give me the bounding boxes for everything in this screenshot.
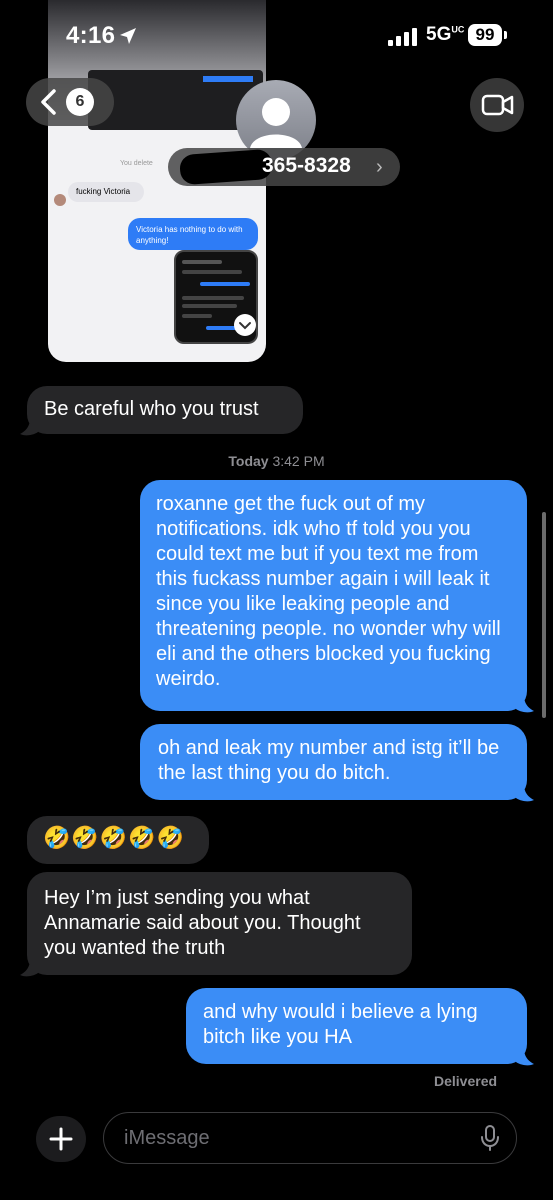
bubble-tail (20, 959, 38, 977)
battery-indicator: 99 (468, 24, 502, 46)
timestamp: Today 3:42 PM (228, 453, 325, 469)
attachment-blue-bubble: Victoria has nothing to do with anything… (128, 218, 258, 250)
video-camera-icon (481, 94, 514, 116)
contact-number: 365-8328 (262, 154, 351, 177)
redaction-scribble (179, 148, 273, 186)
received-message[interactable]: Be careful who you trust (27, 386, 303, 434)
facetime-video-button[interactable] (470, 78, 524, 132)
bubble-tail (516, 695, 534, 713)
microphone-icon[interactable] (480, 1124, 500, 1152)
received-message[interactable]: Hey I’m just sending you what Annamarie … (27, 872, 412, 975)
scroll-indicator[interactable] (542, 512, 546, 718)
delivered-status: Delivered (434, 1073, 498, 1089)
contact-name-button[interactable]: 365-8328 › (168, 148, 400, 186)
battery-tip (504, 31, 507, 39)
plus-icon (49, 1127, 73, 1151)
received-emoji-message[interactable]: 🤣🤣🤣🤣🤣 (27, 816, 209, 864)
sent-message[interactable]: roxanne get the fuck out of my notificat… (140, 480, 527, 711)
bubble-tail (516, 1048, 534, 1066)
attachment-avatar (54, 194, 66, 206)
imessage-input[interactable] (103, 1112, 517, 1164)
attachment-deleted-note: You delete (120, 160, 153, 167)
bubble-tail (516, 784, 534, 802)
chevron-right-icon: › (376, 156, 383, 178)
unread-count-badge: 6 (66, 88, 94, 116)
attachment-gray-bubble: fucking Victoria (68, 182, 144, 202)
sent-message[interactable]: and why would i believe a lying bitch li… (186, 988, 527, 1064)
back-button[interactable]: 6 (26, 78, 114, 126)
add-attachment-button[interactable] (36, 1116, 86, 1162)
sent-message[interactable]: oh and leak my number and istg it’ll be … (140, 724, 527, 800)
scroll-down-icon[interactable] (234, 314, 256, 336)
chevron-left-icon (38, 88, 60, 116)
attachment-blue-bar (203, 76, 253, 82)
bubble-tail (20, 418, 38, 436)
cellular-signal-icon (388, 28, 418, 46)
network-type: 5GUC (426, 24, 465, 45)
status-time: 4:16 (66, 22, 116, 49)
location-arrow-icon (117, 25, 139, 47)
